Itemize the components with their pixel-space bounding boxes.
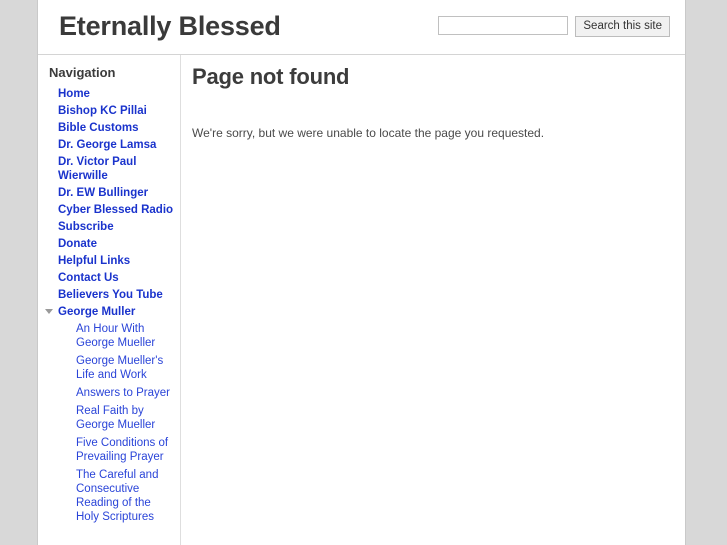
sidebar-subitem-george-muellers-life-and-work[interactable]: George Mueller's Life and Work	[38, 353, 180, 385]
sidebar-link-contact-us[interactable]: Contact Us	[58, 271, 174, 285]
sidebar-subitem-an-hour-with-george-mueller[interactable]: An Hour With George Mueller	[38, 321, 180, 353]
sidebar-link-dr-ew-bullinger[interactable]: Dr. EW Bullinger	[58, 186, 174, 200]
main-content: Page not found We're sorry, but we were …	[182, 55, 685, 545]
sidebar-link-cyber-blessed-radio[interactable]: Cyber Blessed Radio	[58, 203, 174, 217]
navigation-heading: Navigation	[49, 65, 116, 80]
sidebar-item-believers-you-tube[interactable]: Believers You Tube	[38, 287, 180, 304]
sidebar-item-dr-victor-paul-wierwille[interactable]: Dr. Victor Paul Wierwille	[38, 154, 180, 185]
sidebar-item-bible-customs[interactable]: Bible Customs	[38, 120, 180, 137]
page-columns: Navigation Home Bishop KC Pillai Bible C…	[38, 55, 685, 545]
sidebar-item-george-muller[interactable]: George Muller	[38, 304, 180, 321]
sidebar-subitem-careful-consecutive-reading[interactable]: The Careful and Consecutive Reading of t…	[38, 467, 180, 527]
sidebar-item-helpful-links[interactable]: Helpful Links	[38, 253, 180, 270]
search-submit-button[interactable]: Search this site	[575, 16, 670, 37]
page-title: Page not found	[192, 64, 350, 89]
sidebar-item-bishop-kc-pillai[interactable]: Bishop KC Pillai	[38, 103, 180, 120]
site-header: Eternally Blessed Search this site	[38, 0, 685, 55]
page-message: We're sorry, but we were unable to locat…	[192, 126, 545, 140]
navigation-list: Home Bishop KC Pillai Bible Customs Dr. …	[38, 86, 180, 527]
chevron-down-icon[interactable]	[45, 309, 53, 314]
sidebar-sublink-real-faith-by-george-mueller[interactable]: Real Faith by George Mueller	[76, 404, 172, 432]
search-area: Search this site	[438, 16, 670, 37]
sidebar-item-donate[interactable]: Donate	[38, 236, 180, 253]
sidebar-sublist-george-muller: An Hour With George Mueller George Muell…	[38, 321, 180, 527]
page-container: Eternally Blessed Search this site Navig…	[37, 0, 686, 545]
search-input[interactable]	[438, 16, 569, 35]
sidebar-item-cyber-blessed-radio[interactable]: Cyber Blessed Radio	[38, 202, 180, 219]
sidebar-navigation: Navigation Home Bishop KC Pillai Bible C…	[38, 55, 181, 545]
sidebar-item-subscribe[interactable]: Subscribe	[38, 219, 180, 236]
sidebar-item-contact-us[interactable]: Contact Us	[38, 270, 180, 287]
sidebar-link-bishop-kc-pillai[interactable]: Bishop KC Pillai	[58, 104, 174, 118]
sidebar-link-dr-victor-paul-wierwille[interactable]: Dr. Victor Paul Wierwille	[58, 155, 174, 183]
sidebar-link-george-muller[interactable]: George Muller	[58, 305, 174, 319]
sidebar-sublink-answers-to-prayer[interactable]: Answers to Prayer	[76, 386, 172, 400]
sidebar-item-home[interactable]: Home	[38, 86, 180, 103]
sidebar-sublink-an-hour-with-george-mueller[interactable]: An Hour With George Mueller	[76, 322, 172, 350]
sidebar-link-home[interactable]: Home	[58, 87, 174, 101]
sidebar-link-believers-you-tube[interactable]: Believers You Tube	[58, 288, 174, 302]
sidebar-subitem-five-conditions-of-prevailing-prayer[interactable]: Five Conditions of Prevailing Prayer	[38, 435, 180, 467]
sidebar-item-dr-george-lamsa[interactable]: Dr. George Lamsa	[38, 137, 180, 154]
sidebar-sublink-george-muellers-life-and-work[interactable]: George Mueller's Life and Work	[76, 354, 172, 382]
sidebar-link-dr-george-lamsa[interactable]: Dr. George Lamsa	[58, 138, 174, 152]
sidebar-item-dr-ew-bullinger[interactable]: Dr. EW Bullinger	[38, 185, 180, 202]
sidebar-link-subscribe[interactable]: Subscribe	[58, 220, 174, 234]
sidebar-link-helpful-links[interactable]: Helpful Links	[58, 254, 174, 268]
sidebar-sublink-five-conditions-of-prevailing-prayer[interactable]: Five Conditions of Prevailing Prayer	[76, 436, 172, 464]
site-title: Eternally Blessed	[59, 11, 281, 41]
sidebar-subitem-real-faith-by-george-mueller[interactable]: Real Faith by George Mueller	[38, 403, 180, 435]
sidebar-link-donate[interactable]: Donate	[58, 237, 174, 251]
sidebar-link-bible-customs[interactable]: Bible Customs	[58, 121, 174, 135]
sidebar-subitem-answers-to-prayer[interactable]: Answers to Prayer	[38, 385, 180, 403]
sidebar-sublink-careful-consecutive-reading[interactable]: The Careful and Consecutive Reading of t…	[76, 468, 172, 524]
